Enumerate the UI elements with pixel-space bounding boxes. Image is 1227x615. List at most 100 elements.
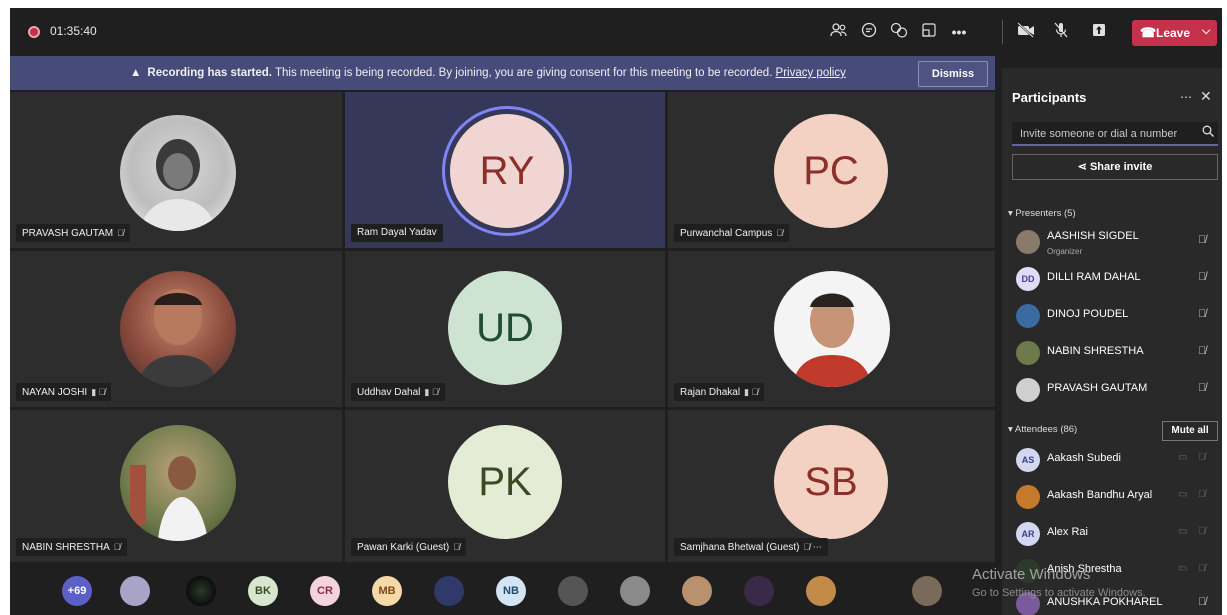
mic-off-icon: 🎙̸	[117, 228, 124, 238]
mic-off-icon: 🎙̸	[1198, 596, 1207, 608]
participant-row[interactable]: AR Alex Rai ▭ 🎙̸	[1002, 516, 1222, 552]
chat-icon[interactable]	[858, 22, 880, 42]
dismiss-button[interactable]: Dismiss	[918, 61, 988, 87]
participant-name: DINOJ POUDEL	[1047, 308, 1129, 320]
avatar	[120, 115, 236, 231]
share-invite-button[interactable]: ⋖ Share invite	[1012, 154, 1218, 180]
participant-name: NAYAN JOSHI	[22, 387, 88, 398]
avatar[interactable]	[806, 576, 836, 606]
participant-name-tag: Samjhana Bhetwal (Guest) 🎙̸ ⋯	[674, 538, 828, 556]
recording-icon	[28, 26, 40, 38]
avatar	[1016, 378, 1040, 402]
avatar-initials: RY	[450, 114, 564, 228]
participant-tile[interactable]: NABIN SHRESTHA 🎙̸	[10, 410, 342, 562]
avatar-initials: SB	[774, 425, 888, 539]
share-icon[interactable]	[1088, 22, 1110, 42]
chevron-down-icon[interactable]: ⌵	[1202, 25, 1210, 38]
avatar[interactable]	[744, 576, 774, 606]
mic-off-icon: 🎙̸	[776, 228, 784, 238]
mute-all-button[interactable]: Mute all	[1162, 421, 1218, 441]
participant-name: Ram Dayal Yadav	[357, 227, 437, 238]
participant-tile[interactable]: Rajan Dhakal ▮ 🎙̸	[668, 251, 995, 407]
avatar-initials: PC	[774, 114, 888, 228]
mic-off-icon[interactable]	[1050, 22, 1072, 42]
participant-tile[interactable]: PC Purwanchal Campus 🎙̸	[668, 92, 995, 248]
mic-off-icon: 🎙̸	[1198, 526, 1206, 537]
people-icon[interactable]	[828, 22, 850, 42]
participant-row[interactable]: Aakash Bandhu Aryal ▭ 🎙̸	[1002, 479, 1222, 515]
activate-windows-watermark: Activate Windows	[972, 566, 1091, 583]
avatar-initials[interactable]: MB	[372, 576, 402, 606]
avatar[interactable]	[558, 576, 588, 606]
avatar-initials[interactable]: BK	[248, 576, 278, 606]
avatar	[1016, 341, 1040, 365]
camera-mic-off-icons: ▮ 🎙̸	[744, 387, 759, 397]
avatar[interactable]	[620, 576, 650, 606]
mic-off-icon: 🎙̸	[1198, 452, 1206, 463]
presenters-label: Presenters (5)	[1015, 208, 1076, 219]
attendees-label: Attendees (86)	[1014, 424, 1078, 435]
avatar-initials: PK	[448, 425, 562, 539]
participant-role: Organizer	[1047, 247, 1083, 256]
participant-tile[interactable]: NAYAN JOSHI ▮ 🎙̸	[10, 251, 342, 407]
reactions-icon[interactable]	[888, 22, 910, 42]
leave-button[interactable]: ☎ Leave ⌵	[1132, 20, 1217, 46]
participant-row[interactable]: AASHISH SIGDEL Organizer 🎙̸	[1002, 224, 1222, 260]
camera-off-icon: ▭	[1178, 489, 1188, 500]
chevron-down-icon: ▾	[1008, 424, 1015, 435]
mic-off-icon: 🎙̸	[1198, 308, 1207, 320]
avatar-initials[interactable]: NB	[496, 576, 526, 606]
more-icon[interactable]: ⋯	[1180, 90, 1192, 104]
participant-tile[interactable]: UD Uddhav Dahal ▮ 🎙̸	[345, 251, 665, 407]
avatar[interactable]	[120, 576, 150, 606]
banner-bold: Recording has started.	[147, 67, 273, 79]
participant-row[interactable]: NABIN SHRESTHA 🎙̸	[1002, 335, 1222, 371]
camera-mic-off-icons: ▮ 🎙̸	[91, 387, 106, 397]
camera-off-icon[interactable]	[1015, 22, 1037, 42]
mic-off-icon: 🎙̸	[1198, 563, 1206, 574]
mic-off-icon: 🎙̸	[113, 542, 121, 552]
participant-row[interactable]: DD DILLI RAM DAHAL 🎙̸	[1002, 261, 1222, 297]
participant-tile[interactable]: SB Samjhana Bhetwal (Guest) 🎙̸ ⋯	[668, 410, 995, 562]
avatar	[120, 271, 236, 387]
search-icon[interactable]	[1202, 125, 1214, 140]
participant-name: NABIN SHRESTHA	[1047, 345, 1144, 357]
presenters-section-header[interactable]: ▾ Presenters (5)	[1008, 208, 1076, 219]
avatar-initials[interactable]: CR	[310, 576, 340, 606]
avatar	[1016, 485, 1040, 509]
toolbar-divider	[1002, 20, 1003, 44]
participant-row[interactable]: AS Aakash Subedi ▭ 🎙̸	[1002, 442, 1222, 478]
avatar	[120, 425, 236, 541]
participant-name-tag: NABIN SHRESTHA 🎙̸	[16, 538, 127, 556]
avatar[interactable]	[912, 576, 942, 606]
mic-off-icon: 🎙̸	[1198, 489, 1206, 500]
participant-name-tag: Rajan Dhakal ▮ 🎙̸	[674, 383, 765, 401]
participant-row[interactable]: PRAVASH GAUTAM 🎙̸	[1002, 372, 1222, 408]
privacy-policy-link[interactable]: Privacy policy	[776, 67, 846, 79]
rooms-icon[interactable]	[918, 22, 940, 42]
participant-tile[interactable]: PK Pawan Karki (Guest) 🎙̸	[345, 410, 665, 562]
avatar-initials: DD	[1016, 267, 1040, 291]
participant-name: Alex Rai	[1047, 526, 1088, 538]
attendees-section-header[interactable]: ▾ Attendees (86)	[1008, 424, 1077, 435]
avatar[interactable]	[682, 576, 712, 606]
participant-strip: +69 BK CR MB NB	[10, 564, 995, 615]
overflow-count-avatar[interactable]: +69	[62, 576, 92, 606]
close-icon[interactable]: ✕	[1200, 88, 1212, 105]
camera-off-icon: ▭	[1178, 563, 1188, 574]
avatar[interactable]	[186, 576, 216, 606]
meeting-timer: 01:35:40	[50, 24, 97, 38]
invite-search-box[interactable]	[1012, 122, 1218, 146]
participant-name-tag: Pawan Karki (Guest) 🎙̸	[351, 538, 467, 556]
phone-hangup-icon: ☎	[1140, 25, 1157, 40]
participant-tile[interactable]: PRAVASH GAUTAM 🎙̸	[10, 92, 342, 248]
participant-row[interactable]: DINOJ POUDEL 🎙̸	[1002, 298, 1222, 334]
avatar[interactable]	[434, 576, 464, 606]
participant-name: Aakash Bandhu Aryal	[1047, 489, 1153, 501]
participant-name: Uddhav Dahal	[357, 387, 421, 398]
participant-name: PRAVASH GAUTAM	[22, 228, 114, 239]
participant-name: AASHISH SIGDEL	[1047, 230, 1139, 242]
invite-input[interactable]	[1012, 122, 1202, 146]
more-icon[interactable]: •••	[948, 22, 970, 42]
participant-tile-active-speaker[interactable]: RY Ram Dayal Yadav	[345, 92, 665, 248]
